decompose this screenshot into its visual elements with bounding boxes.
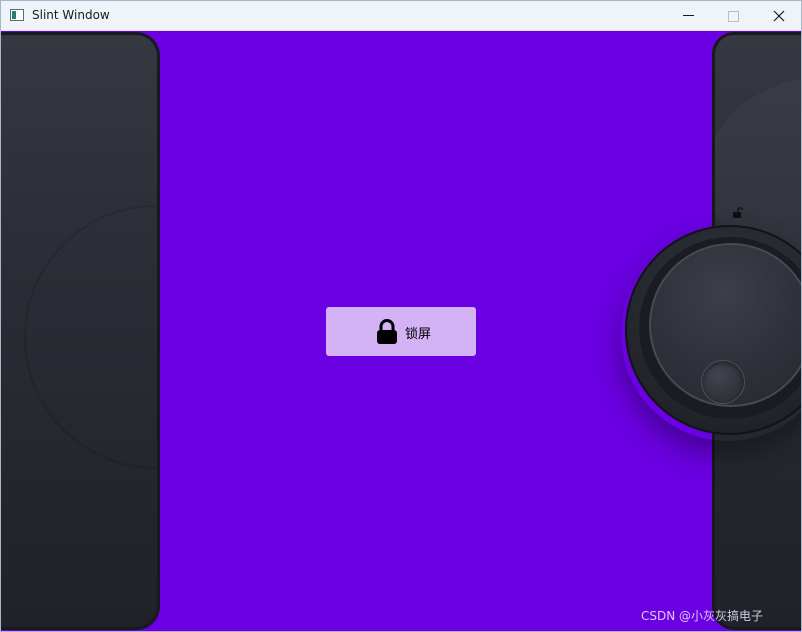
window-title: Slint Window — [32, 8, 110, 22]
app-icon — [10, 9, 24, 21]
unlock-icon — [733, 207, 744, 218]
left-panel — [1, 32, 160, 630]
close-icon — [773, 10, 785, 22]
lock-icon — [377, 319, 397, 344]
maximize-button[interactable] — [711, 1, 757, 31]
app-window: Slint Window 锁屏 CSDN @小灰灰搞电子 — [0, 0, 802, 632]
title-bar[interactable]: Slint Window — [1, 1, 801, 31]
lock-screen-button[interactable]: 锁屏 — [326, 307, 476, 356]
close-button[interactable] — [757, 1, 801, 31]
lock-screen-label: 锁屏 — [405, 327, 432, 342]
main-content: 锁屏 CSDN @小灰灰搞电子 — [1, 31, 801, 631]
panel-shading — [24, 205, 157, 469]
watermark-text: CSDN @小灰灰搞电子 — [641, 609, 764, 623]
knob-handle[interactable] — [701, 360, 745, 404]
minimize-button[interactable] — [665, 1, 711, 31]
